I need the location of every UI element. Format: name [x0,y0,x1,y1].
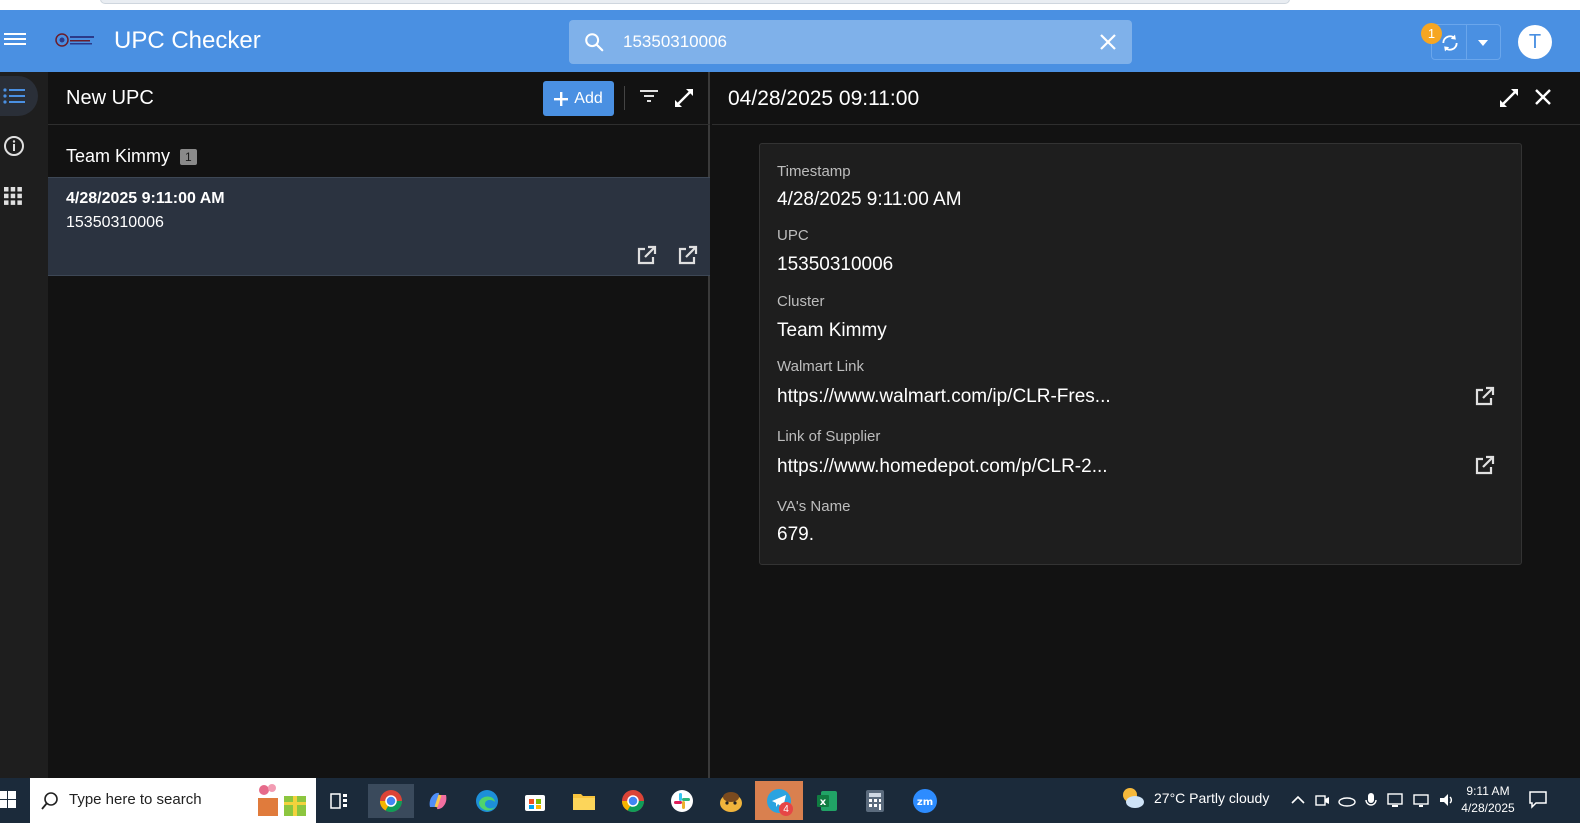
list-panel: New UPC Add Team Kimmy 1 4/28/2025 9:11:… [48,72,710,778]
plus-icon [554,91,569,106]
file-explorer-icon[interactable] [567,784,601,818]
detail-card: Timestamp 4/28/2025 9:11:00 AM UPC 15350… [759,143,1522,565]
browser-top-strip [0,0,1580,10]
excel-icon[interactable]: x [810,784,844,818]
chrome-profile-icon[interactable] [616,784,650,818]
clear-search-icon[interactable] [1098,32,1118,52]
telegram-badge: 4 [779,802,793,816]
list-icon [3,88,25,104]
field-label-supplier-link: Link of Supplier [777,428,881,445]
field-value-cluster: Team Kimmy [777,320,887,341]
group-count-badge: 1 [180,148,197,165]
field-value-timestamp: 4/28/2025 9:11:00 AM [777,189,962,210]
slack-icon[interactable] [665,784,699,818]
remote-desktop-icon[interactable] [1386,790,1404,810]
search-input[interactable] [623,29,1073,55]
add-button-label: Add [574,89,603,107]
copilot-icon[interactable] [421,784,455,818]
windows-start-icon[interactable] [0,790,16,810]
edge-browser-icon[interactable] [470,784,504,818]
field-value-supplier-link[interactable]: https://www.homedepot.com/p/CLR-2... [777,456,1108,478]
header-divider [624,86,625,110]
microsoft-store-icon[interactable] [518,784,552,818]
onedrive-icon[interactable] [1338,790,1356,810]
network-icon[interactable] [1412,790,1430,810]
app-title: UPC Checker [114,27,261,54]
taskbar-search-placeholder: Type here to search [69,791,202,808]
chrome-taskbar-icon[interactable] [368,784,414,818]
notification-center-icon[interactable] [1528,789,1548,809]
detail-title: 04/28/2025 09:11:00 [728,87,920,110]
chevron-down-icon[interactable] [1476,39,1490,47]
item-upc: 15350310006 [66,214,164,231]
group-name: Team Kimmy [66,146,171,166]
taskbar-clock[interactable]: 9:11 AM 4/28/2025 [1453,783,1523,817]
rail-list-view[interactable] [0,76,38,116]
add-button[interactable]: Add [543,81,614,116]
game-app-icon[interactable] [714,784,748,818]
field-label-va-name: VA's Name [777,498,851,515]
weather-text: 27°C Partly cloudy [1154,790,1270,806]
weather-widget[interactable]: 27°C Partly cloudy [1120,786,1269,810]
list-title: New UPC [66,87,154,109]
gift-flowers-icon [258,784,306,816]
field-label-cluster: Cluster [777,293,825,310]
search-icon [41,792,58,810]
rail-apps[interactable] [0,176,38,216]
user-avatar[interactable]: T [1518,25,1552,59]
telegram-icon[interactable]: 4 [755,781,803,820]
field-value-upc: 15350310006 [777,254,894,275]
browser-address-bar[interactable] [100,0,1290,4]
open-walmart-link-icon[interactable] [636,245,657,266]
clock-date: 4/28/2025 [1461,801,1515,815]
search-icon [585,33,604,52]
detail-header: 04/28/2025 09:11:00 [712,72,1580,125]
open-supplier-link-icon[interactable] [677,245,698,266]
notification-badge: 1 [1421,23,1442,44]
taskbar-search[interactable]: Type here to search [30,778,316,823]
app-header: UPC Checker 1 T [0,10,1580,72]
filter-icon[interactable] [640,89,658,103]
expand-icon[interactable] [1499,88,1519,108]
partly-cloudy-icon [1123,788,1144,808]
detail-panel: 04/28/2025 09:11:00 Timestamp 4/28/2025 … [712,72,1580,778]
sync-icon[interactable] [1440,33,1460,53]
field-label-walmart-link: Walmart Link [777,358,864,375]
company-logo [55,33,94,47]
field-label-upc: UPC [777,227,809,244]
item-timestamp: 4/28/2025 9:11:00 AM [66,190,225,207]
microphone-icon[interactable] [1364,790,1378,810]
search-bar[interactable] [569,20,1132,64]
calculator-icon[interactable] [858,784,892,818]
svg-text:zm: zm [917,797,933,808]
field-label-timestamp: Timestamp [777,163,851,180]
left-rail [0,72,48,778]
open-walmart-link-icon[interactable] [1474,386,1495,407]
group-header[interactable]: Team Kimmy 1 [66,146,197,167]
apps-grid-icon [4,187,22,205]
expand-icon[interactable] [674,88,694,108]
task-view-icon[interactable] [322,784,356,818]
list-header: New UPC Add [48,72,710,125]
clock-time: 9:11 AM [1466,784,1510,798]
chevron-up-icon[interactable] [1290,790,1306,810]
open-supplier-link-icon[interactable] [1474,455,1495,476]
windows-taskbar: Type here to search 4 x zm 27°C Partly c… [0,778,1580,823]
info-icon [4,136,24,156]
field-value-va-name: 679. [777,524,814,545]
system-tray [1290,790,1456,810]
list-item[interactable]: 4/28/2025 9:11:00 AM 15350310006 [48,177,710,276]
rail-info[interactable] [0,126,38,166]
zoom-icon[interactable]: zm [908,784,942,818]
close-icon[interactable] [1534,88,1552,106]
menu-icon[interactable] [4,30,26,50]
meet-now-icon[interactable] [1314,790,1330,810]
field-value-walmart-link[interactable]: https://www.walmart.com/ip/CLR-Fres... [777,386,1111,408]
svg-text:x: x [820,797,827,808]
